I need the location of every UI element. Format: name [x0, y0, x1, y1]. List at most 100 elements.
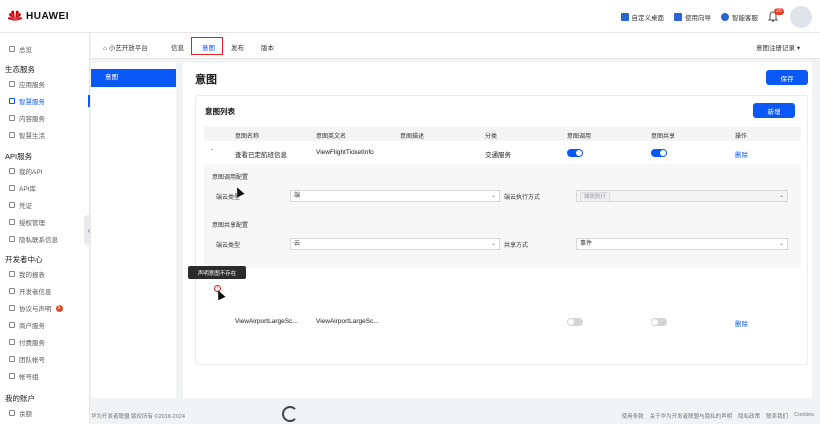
huawei-logo-icon: [8, 10, 22, 21]
custom-desktop-link[interactable]: 自定义桌面: [620, 12, 665, 22]
sidebar-item-paid[interactable]: 付费服务: [0, 334, 90, 350]
chevron-down-icon: ⌄: [778, 241, 784, 247]
sidebar-item-team[interactable]: 团队帐号: [0, 351, 90, 367]
support-link[interactable]: 智能客服: [721, 12, 758, 22]
dev-info-icon: [9, 288, 15, 294]
guide-link[interactable]: 使用向导: [674, 12, 711, 22]
intent-en-name: ViewAirportLargeSc...: [316, 318, 379, 325]
user-icon: [9, 168, 15, 174]
app-icon: [9, 81, 15, 87]
library-icon: [9, 185, 15, 191]
sidebar-item-dev-info[interactable]: 开发者信息: [0, 283, 90, 299]
credential-icon: [9, 202, 15, 208]
footer-link-cookies[interactable]: Cookies: [794, 412, 814, 420]
report-icon: [9, 271, 15, 277]
notification-bell[interactable]: 20: [767, 7, 784, 23]
tab-publish[interactable]: 发布: [231, 42, 244, 52]
sidebar-item-content-service[interactable]: 内容服务: [0, 110, 90, 126]
desktop-icon: [620, 12, 629, 21]
top-right-links: 自定义桌面 使用向导 智能客服 20: [620, 0, 812, 33]
home-breadcrumb[interactable]: ⌂ 小艺开放平台: [103, 42, 148, 52]
add-intent-button[interactable]: 新增: [753, 103, 795, 118]
home-label: 小艺开放平台: [108, 45, 148, 52]
sidebar-item-label: 开发者信息: [19, 289, 52, 296]
share-type-label: 端云类型: [216, 243, 241, 249]
sidebar-item-label: 智慧生活: [19, 133, 45, 140]
table-row[interactable]: ˆ 查看已定航班信息 ViewFlightTicketInfo 交通服务 删除: [204, 144, 801, 162]
custom-desktop-label: 自定义桌面: [631, 14, 665, 22]
sidebar-item-agreements[interactable]: 协议与声明 5: [0, 300, 90, 316]
left-panel-item-intent[interactable]: 意图: [91, 69, 176, 87]
tab-version[interactable]: 版本: [261, 42, 274, 52]
intent-detail-panel: 意图调用配置 端云类型 端 ⌄ 端云执行方式 端侧执行 ⌄ 意图共享配置 端云类型 …: [204, 164, 801, 268]
paid-icon: [9, 339, 15, 345]
sidebar-item-label: 我的API: [19, 169, 43, 176]
sidebar-group-eco: 生态服务: [5, 65, 35, 74]
life-icon: [9, 132, 15, 138]
share-mode-select[interactable]: 事件 ⌄: [576, 238, 788, 250]
sidebar-item-label: 应用服务: [19, 82, 45, 89]
call-toggle[interactable]: [567, 149, 583, 157]
intent-name: ViewAirportLargeSc...: [235, 318, 298, 325]
column-header: 意图共享: [651, 134, 676, 140]
card-title: 意图列表: [205, 107, 235, 116]
sidebar-item-api-library[interactable]: API库: [0, 180, 90, 196]
loading-spinner-icon: [282, 406, 298, 422]
collapse-row-icon[interactable]: ˆ: [211, 149, 213, 156]
delete-link[interactable]: 删除: [735, 318, 748, 328]
call-type-select[interactable]: 端 ⌄: [290, 190, 500, 202]
avatar[interactable]: [790, 5, 812, 28]
sidebar-item-label: 团队帐号: [19, 357, 45, 364]
sidebar-item-app-service[interactable]: 应用服务: [0, 76, 90, 92]
sidebar-group-account: 我的账户: [5, 394, 35, 403]
intent-records-label: 意图注册记录: [756, 45, 795, 52]
call-type-value: 端: [294, 193, 301, 199]
top-bar: HUAWEI 自定义桌面 使用向导 智能客服 20: [0, 0, 820, 33]
footer-link-statement[interactable]: 关于华为开发者联盟与隐私的声明: [650, 412, 733, 420]
sidebar-item-reports[interactable]: 我的报表: [0, 266, 90, 282]
sidebar-item-label: 智慧服务: [19, 99, 45, 106]
intent-records-menu[interactable]: 意图注册记录 ▾: [756, 42, 800, 52]
agreement-icon: [9, 305, 15, 311]
sidebar-item-label: 隐私联系信息: [19, 237, 58, 244]
sidebar-item-smart-life[interactable]: 智慧生活: [0, 127, 90, 143]
sidebar-item-my-api[interactable]: 我的API: [0, 163, 90, 179]
share-toggle[interactable]: [651, 149, 667, 157]
sidebar-item-label: 授权管理: [19, 220, 45, 227]
share-type-select[interactable]: 云 ⌄: [290, 238, 500, 250]
sidebar-item-smart-service[interactable]: 智慧服务: [0, 93, 90, 109]
share-mode-label: 共享方式: [504, 243, 529, 249]
sidebar-item-merchant[interactable]: 商户服务: [0, 317, 90, 333]
exec-mode-value: 端侧执行: [580, 192, 611, 202]
sidebar-item-balance[interactable]: 余额: [0, 405, 90, 421]
table-row[interactable]: ViewAirportLargeSc... ViewAirportLargeSc…: [204, 313, 801, 331]
footer-link-terms[interactable]: 使用条款: [622, 412, 644, 420]
sidebar-item-credential[interactable]: 凭证: [0, 197, 90, 213]
active-indicator: [88, 95, 90, 107]
sidebar-item-label: 余额: [19, 411, 32, 418]
footer-link-privacy[interactable]: 隐私政策: [738, 412, 760, 420]
sidebar-item-privacy[interactable]: 隐私联系信息: [0, 231, 90, 247]
sidebar-item-overview[interactable]: 总览: [0, 41, 90, 57]
main-content: 意图 保存 意图列表 新增 意图名称 意图英文名 意图描述 分类 意图调用 意图…: [183, 63, 812, 398]
agreement-badge: 5: [55, 304, 63, 312]
smart-icon: [9, 98, 15, 104]
privacy-icon: [9, 236, 15, 242]
exec-mode-select: 端侧执行 ⌄: [576, 190, 788, 202]
copyright: 华为开发者联盟 版权所有 ©2018-2024: [91, 414, 185, 420]
delete-link[interactable]: 删除: [735, 149, 748, 159]
footer-link-contact[interactable]: 联系我们: [766, 412, 788, 420]
chevron-down-icon: ⌄: [490, 193, 496, 199]
share-config-title: 意图共享配置: [212, 223, 249, 229]
huawei-logo[interactable]: HUAWEI: [8, 10, 69, 22]
sidebar-item-auth[interactable]: 授权管理: [0, 214, 90, 230]
share-mode-value: 事件: [580, 241, 593, 247]
notification-count: 20: [774, 7, 784, 15]
sidebar-item-label: 帐号组: [19, 374, 39, 381]
sidebar-item-label: 协议与声明: [19, 306, 52, 313]
save-button[interactable]: 保存: [766, 70, 808, 85]
tab-info[interactable]: 信息: [171, 42, 184, 52]
left-panel: 意图: [91, 63, 176, 398]
guide-icon: [674, 12, 682, 21]
sidebar-item-account-group[interactable]: 帐号组: [0, 368, 90, 384]
